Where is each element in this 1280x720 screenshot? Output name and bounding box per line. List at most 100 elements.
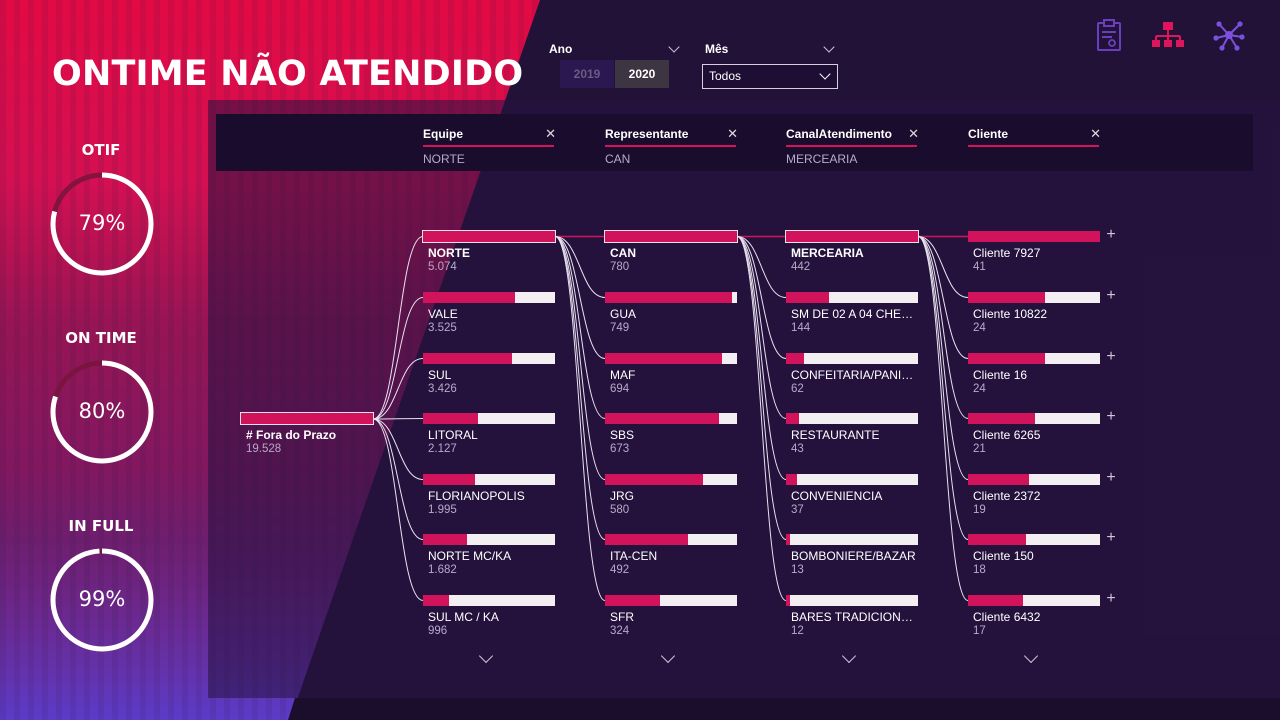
tree-node[interactable]: NORTE MC/KA 1.682 (423, 534, 555, 577)
tree-node[interactable]: GUA 749 (605, 292, 737, 335)
root-node[interactable]: # Fora do Prazo 19.528 (240, 412, 374, 456)
kpi-value-3: 99% (78, 587, 126, 611)
node-label: NORTE (428, 246, 470, 260)
node-bar-fill (605, 231, 737, 242)
tree-node[interactable]: CAN 780 (604, 230, 738, 274)
node-bar-fill (786, 231, 918, 242)
breadcrumb-level-label: Equipe (423, 127, 464, 141)
tree-node[interactable]: SUL 3.426 (423, 353, 555, 396)
year-2019-button[interactable]: 2019 (560, 60, 614, 88)
tree-node[interactable]: SM DE 02 A 04 CHECKOUTS144 (786, 292, 919, 335)
node-value: 324 (610, 625, 630, 637)
breadcrumb-item-representante[interactable]: Representante CAN ✕ (605, 126, 738, 166)
tree-node[interactable]: LITORAL 2.127 (423, 413, 555, 456)
tree-node[interactable]: Cliente 16 24 (968, 353, 1100, 396)
tree-node[interactable]: NORTE 5.074 (422, 230, 556, 274)
node-value: 18 (973, 564, 986, 576)
node-label: Cliente 2372 (973, 489, 1041, 503)
node-value: 17 (973, 625, 986, 637)
close-icon[interactable]: ✕ (908, 126, 919, 142)
node-value: 24 (973, 383, 986, 395)
breadcrumb-underline (423, 145, 554, 147)
close-icon[interactable]: ✕ (1090, 126, 1101, 142)
tree-node[interactable]: Cliente 6432 17 (968, 595, 1100, 638)
tree-node[interactable]: MAF 694 (605, 353, 737, 396)
network-icon[interactable] (1212, 18, 1246, 52)
expand-plus-icon[interactable]: + (1105, 408, 1117, 426)
node-value: 1.682 (428, 564, 457, 576)
node-value: 41 (973, 261, 986, 273)
node-value: 780 (610, 261, 630, 273)
close-icon[interactable]: ✕ (727, 126, 738, 142)
node-bar-fill (968, 353, 1046, 364)
node-bar (968, 413, 1100, 424)
year-2020-button[interactable]: 2020 (615, 60, 669, 88)
tree-node[interactable]: SFR 324 (605, 595, 737, 638)
breadcrumb-level-label: Representante (605, 127, 689, 141)
tree-node[interactable]: FLORIANOPOLIS 1.995 (423, 474, 555, 517)
expand-plus-icon[interactable]: + (1105, 590, 1117, 608)
expand-plus-icon[interactable]: + (1105, 287, 1117, 305)
node-label: FLORIANOPOLIS (428, 489, 525, 503)
tree-node[interactable]: Cliente 6265 21 (968, 413, 1100, 456)
node-bar-fill (786, 353, 805, 364)
node-label: ITA-CEN (610, 549, 658, 563)
node-bar-fill (786, 595, 790, 606)
node-bar (423, 292, 555, 303)
tree-node[interactable]: VALE 3.525 (423, 292, 555, 335)
node-bar-fill (786, 413, 799, 424)
tree-node[interactable]: Cliente 7927 41 (968, 231, 1100, 274)
node-bar-fill (241, 413, 373, 424)
expand-plus-icon[interactable]: + (1105, 469, 1117, 487)
node-value: 580 (610, 504, 630, 516)
close-icon[interactable]: ✕ (545, 126, 556, 142)
node-value: 996 (428, 625, 448, 637)
expand-plus-icon[interactable]: + (1105, 348, 1117, 366)
tree-node[interactable]: Cliente 2372 19 (968, 474, 1100, 517)
report-clipboard-icon[interactable] (1092, 18, 1126, 52)
tree-node[interactable]: BARES TRADICIONAIS 12 (786, 595, 919, 638)
node-value: 144 (791, 322, 811, 334)
node-label: Cliente 6432 (973, 610, 1041, 624)
node-bar-fill (423, 534, 467, 545)
node-bar (423, 474, 555, 485)
node-value: 19 (973, 504, 986, 516)
tree-node[interactable]: BOMBONIERE/BAZAR 13 (786, 534, 918, 577)
node-bar (786, 353, 918, 364)
node-bar-fill (605, 595, 660, 606)
breadcrumb-item-canalatendimento[interactable]: CanalAtendimento MERCEARIA ✕ (786, 126, 919, 166)
node-bar-fill (786, 292, 829, 303)
tree-node[interactable]: CONFEITARIA/PANIFICADORA62 (786, 353, 919, 396)
node-value: 13 (791, 564, 804, 576)
tree-node[interactable]: JRG 580 (605, 474, 737, 517)
node-label: VALE (428, 307, 458, 321)
tree-node[interactable]: Cliente 10822 24 (968, 292, 1100, 335)
node-bar (785, 230, 919, 243)
tree-node[interactable]: CONVENIENCIA 37 (786, 474, 918, 517)
node-label: Cliente 10822 (973, 307, 1048, 321)
node-bar-fill (605, 474, 704, 485)
node-bar-fill (605, 534, 689, 545)
tree-node[interactable]: Cliente 150 18 (968, 534, 1100, 577)
node-bar-fill (423, 292, 515, 303)
tree-node[interactable]: SUL MC / KA 996 (423, 595, 555, 638)
tree-node[interactable]: RESTAURANTE 43 (786, 413, 918, 456)
node-value: 1.995 (428, 504, 457, 516)
node-value: 749 (610, 322, 630, 334)
breadcrumb-item-cliente[interactable]: Cliente ✕ (968, 126, 1101, 166)
node-label: Cliente 6265 (973, 428, 1041, 442)
tree-node[interactable]: MERCEARIA 442 (785, 230, 919, 274)
node-bar-fill (968, 474, 1029, 485)
breadcrumb-item-equipe[interactable]: Equipe NORTE ✕ (423, 126, 556, 166)
tree-node[interactable]: SBS 673 (605, 413, 737, 456)
mes-dropdown[interactable]: Todos (702, 64, 838, 89)
node-label: LITORAL (428, 428, 478, 442)
expand-plus-icon[interactable]: + (1105, 529, 1117, 547)
node-value: 19.528 (246, 443, 282, 455)
node-bar-fill (423, 413, 479, 424)
expand-plus-icon[interactable]: + (1105, 226, 1117, 244)
node-bar-fill (968, 595, 1023, 606)
node-bar (968, 595, 1100, 606)
hierarchy-icon[interactable] (1151, 18, 1185, 52)
tree-node[interactable]: ITA-CEN 492 (605, 534, 737, 577)
